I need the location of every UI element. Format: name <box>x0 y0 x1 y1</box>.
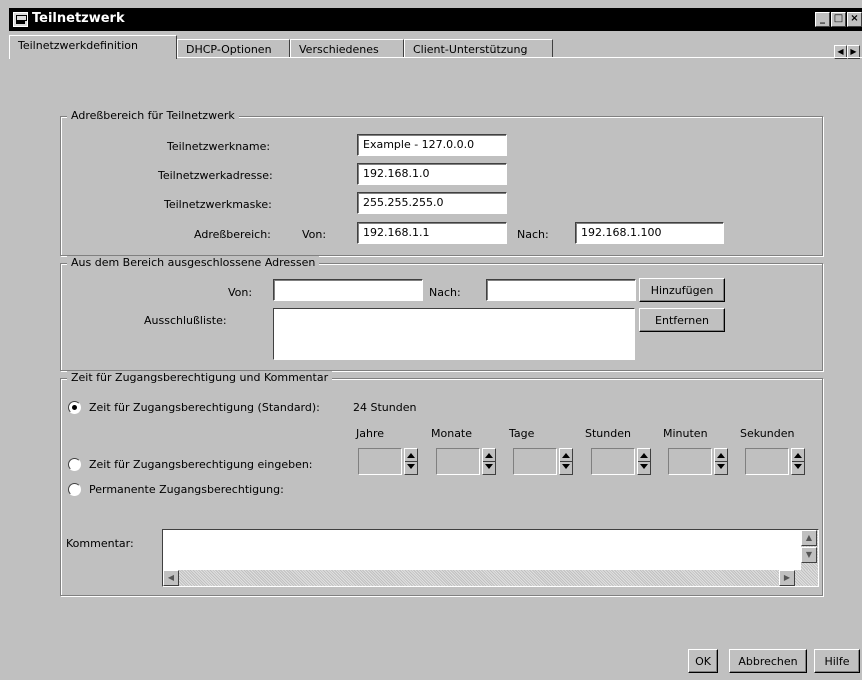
months-spinner-arrows-icon[interactable] <box>482 448 496 475</box>
lease-standard-radio[interactable] <box>68 401 81 414</box>
tab-client-support[interactable]: Client-Unterstützung <box>404 39 553 58</box>
title-bar: Teilnetzwerk _ □ × <box>9 8 862 31</box>
address-range-group-title: Adreßbereich für Teilnetzwerk <box>67 109 239 122</box>
minutes-spinner-field[interactable] <box>668 448 712 475</box>
seconds-spinner-field[interactable] <box>745 448 789 475</box>
unit-seconds-label: Sekunden <box>740 427 795 440</box>
years-spinner-field[interactable] <box>358 448 402 475</box>
subnet-mask-input[interactable]: 255.255.255.0 <box>357 192 507 214</box>
unit-hours-label: Stunden <box>585 427 631 440</box>
lease-permanent-label: Permanente Zugangsberechtigung: <box>89 483 284 496</box>
range-to-input[interactable]: 192.168.1.100 <box>575 222 724 244</box>
exclusion-list-label: Ausschlußliste: <box>144 314 227 327</box>
years-spinner-arrows-icon[interactable] <box>404 448 418 475</box>
subnet-address-input[interactable]: 192.168.1.0 <box>357 163 507 185</box>
lease-permanent-radio[interactable] <box>68 483 81 496</box>
hours-spinner-field[interactable] <box>591 448 635 475</box>
minutes-spinner-arrows-icon[interactable] <box>714 448 728 475</box>
comment-horizontal-scrollbar[interactable]: ◀ ▶ <box>163 570 818 586</box>
exclusion-list[interactable] <box>273 308 635 360</box>
scroll-right-icon[interactable]: ▶ <box>779 570 795 586</box>
add-exclusion-button[interactable]: Hinzufügen <box>639 278 725 302</box>
excluded-addresses-group-title: Aus dem Bereich ausgeschlossene Adressen <box>67 256 320 269</box>
range-to-label: Nach: <box>517 228 549 241</box>
window-title: Teilnetzwerk <box>32 11 125 26</box>
address-range-label: Adreßbereich: <box>194 228 271 241</box>
range-from-label: Von: <box>302 228 327 241</box>
cancel-button[interactable]: Abbrechen <box>729 649 807 673</box>
subnet-name-label: Teilnetzwerkname: <box>167 140 271 153</box>
tab-miscellaneous[interactable]: Verschiedenes <box>290 39 404 58</box>
lease-custom-label: Zeit für Zugangsberechtigung eingeben: <box>89 458 313 471</box>
days-spinner-field[interactable] <box>513 448 557 475</box>
remove-exclusion-button[interactable]: Entfernen <box>639 308 725 332</box>
unit-months-label: Monate <box>431 427 473 440</box>
scroll-down-icon[interactable]: ▼ <box>801 547 817 563</box>
subnet-name-input[interactable]: Example - 127.0.0.0 <box>357 134 507 156</box>
minimize-button[interactable]: _ <box>815 12 830 27</box>
scroll-left-icon[interactable]: ◀ <box>163 570 179 586</box>
exclude-from-input[interactable] <box>273 279 423 301</box>
lease-time-group-title: Zeit für Zugangsberechtigung und Komment… <box>67 371 333 384</box>
tab-strip: Teilnetzwerkdefinition DHCP-Optionen Ver… <box>9 35 862 59</box>
months-spinner-field[interactable] <box>436 448 480 475</box>
tab-subnet-definition[interactable]: Teilnetzwerkdefinition <box>9 35 177 59</box>
scroll-up-icon[interactable]: ▲ <box>801 530 817 546</box>
close-button[interactable]: × <box>847 12 862 27</box>
comment-label: Kommentar: <box>66 537 134 550</box>
app-icon <box>13 12 28 27</box>
hours-spinner-arrows-icon[interactable] <box>637 448 651 475</box>
tab-dhcp-options[interactable]: DHCP-Optionen <box>177 39 290 58</box>
range-from-input[interactable]: 192.168.1.1 <box>357 222 507 244</box>
subnet-mask-label: Teilnetzwerkmaske: <box>164 198 272 211</box>
unit-minutes-label: Minuten <box>663 427 708 440</box>
comment-vertical-scrollbar[interactable]: ▲ ▼ <box>801 530 818 570</box>
lease-custom-radio[interactable] <box>68 458 81 471</box>
ok-button[interactable]: OK <box>688 649 718 673</box>
exclude-to-input[interactable] <box>486 279 636 301</box>
subnet-address-label: Teilnetzwerkadresse: <box>158 169 273 182</box>
unit-years-label: Jahre <box>356 427 385 440</box>
maximize-button[interactable]: □ <box>831 12 846 27</box>
lease-standard-value: 24 Stunden <box>353 401 417 414</box>
unit-days-label: Tage <box>509 427 535 440</box>
help-button[interactable]: Hilfe <box>814 649 860 673</box>
lease-standard-label: Zeit für Zugangsberechtigung (Standard): <box>89 401 320 414</box>
exclude-from-label: Von: <box>228 286 253 299</box>
subnet-window: Teilnetzwerk _ □ × Teilnetzwerkdefinitio… <box>9 8 862 680</box>
exclude-to-label: Nach: <box>429 286 461 299</box>
days-spinner-arrows-icon[interactable] <box>559 448 573 475</box>
seconds-spinner-arrows-icon[interactable] <box>791 448 805 475</box>
